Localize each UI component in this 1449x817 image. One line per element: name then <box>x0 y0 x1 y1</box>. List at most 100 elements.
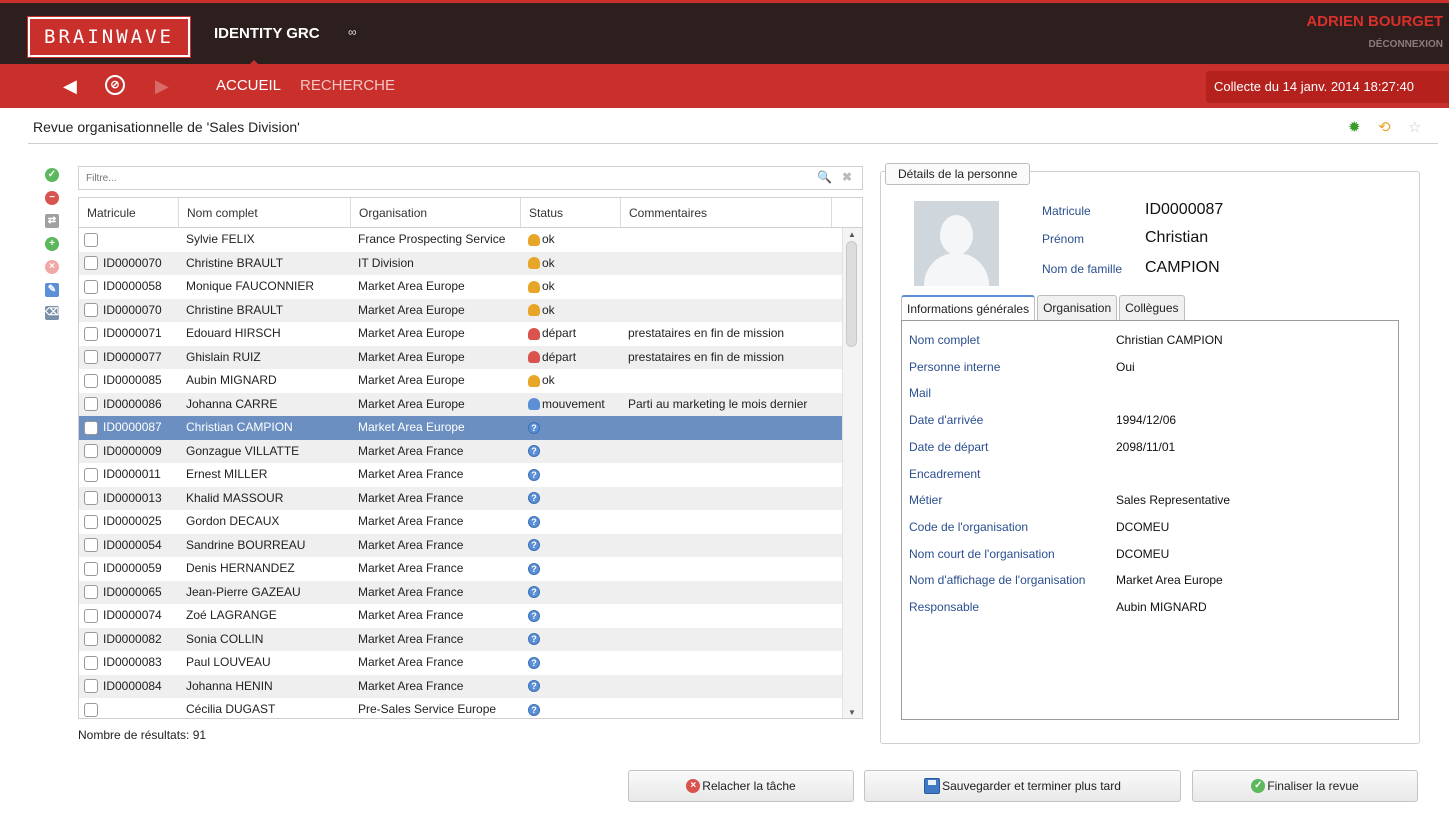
release-task-button[interactable]: × Relacher la tâche <box>628 770 854 802</box>
matricule-text: ID0000065 <box>103 584 162 599</box>
table-row[interactable]: ID0000074 Zoé LAGRANGE Market Area France? <box>79 604 842 628</box>
row-checkbox[interactable] <box>84 397 98 412</box>
row-checkbox[interactable] <box>84 326 98 341</box>
favorite-star-icon[interactable]: ☆ <box>1408 118 1421 136</box>
table-scrollbar[interactable]: ▲ ▼ <box>842 228 862 718</box>
table-row[interactable]: ID0000084 Johanna HENIN Market Area France… <box>79 674 842 698</box>
detail-field-value: Christian CAMPION <box>1116 333 1223 347</box>
row-checkbox[interactable] <box>84 608 98 623</box>
table-row[interactable]: ID0000070 Christine BRAULT Market Area Eur… <box>79 298 842 323</box>
back-arrow-icon[interactable]: ◀ <box>63 76 77 97</box>
save-later-button[interactable]: Sauvegarder et terminer plus tard <box>864 770 1181 802</box>
detail-field-label: Nom complet <box>909 333 980 347</box>
row-checkbox[interactable] <box>84 679 98 694</box>
edit-comment-icon[interactable]: ✎ <box>45 283 59 297</box>
detail-field-value: Aubin MIGNARD <box>1116 600 1207 614</box>
column-header-organisation[interactable]: Organisation <box>351 198 521 227</box>
add-icon[interactable]: + <box>45 237 59 251</box>
clear-filter-icon[interactable]: ✖ <box>842 170 852 184</box>
row-checkbox[interactable] <box>84 514 98 529</box>
row-checkbox[interactable] <box>84 303 98 318</box>
row-checkbox[interactable] <box>84 444 98 459</box>
table-row[interactable]: ID0000013 Khalid MASSOUR Market Area Franc… <box>79 486 842 510</box>
table-row[interactable]: ID0000071 Edouard HIRSCH Market Area Europ… <box>79 322 842 346</box>
logout-link[interactable]: DÉCONNEXION <box>1369 39 1443 50</box>
search-icon[interactable]: 🔍 <box>817 170 832 184</box>
row-checkbox[interactable] <box>84 491 98 506</box>
organisation-cell: Pre-Sales Service Europe <box>358 702 497 716</box>
organisation-cell: Market Area Europe <box>358 373 465 387</box>
row-checkbox[interactable] <box>84 702 98 717</box>
table-row[interactable]: ID0000087 Christian CAMPION Market Area Eu… <box>79 416 842 440</box>
matricule-cell: ID0000087 <box>79 416 179 440</box>
details-tabs: Informations générales Organisation Coll… <box>901 295 1187 321</box>
tab-organisation[interactable]: Organisation <box>1037 295 1118 321</box>
row-checkbox[interactable] <box>84 350 98 365</box>
check-icon: ✓ <box>1251 779 1266 793</box>
row-checkbox[interactable] <box>84 561 98 576</box>
row-checkbox[interactable] <box>84 256 98 271</box>
comment-cell <box>621 628 832 652</box>
table-row[interactable]: ID0000085 Aubin MIGNARD Market Area Europe… <box>79 369 842 393</box>
column-header-matricule[interactable]: Matricule <box>79 198 179 227</box>
scroll-thumb[interactable] <box>846 241 857 347</box>
brainwave-logo[interactable]: BRAINWAVE <box>28 17 190 57</box>
row-checkbox[interactable] <box>84 373 98 388</box>
eraser-icon[interactable]: ⌫ <box>45 306 59 320</box>
transfer-icon[interactable]: ⇄ <box>45 214 59 228</box>
column-header-comments[interactable]: Commentaires <box>621 198 832 227</box>
row-checkbox[interactable] <box>84 655 98 670</box>
comment-cell <box>621 463 832 487</box>
nav-home-link[interactable]: ACCUEIL <box>216 77 281 94</box>
table-row[interactable]: ID0000070 Christine BRAULT IT Division ok <box>79 251 842 275</box>
forward-arrow-icon[interactable]: ▶ <box>155 76 169 97</box>
avatar-body-shape <box>924 253 989 286</box>
detail-field-label: Date d'arrivée <box>909 413 984 428</box>
table-row[interactable]: ID0000082 Sonia COLLIN Market Area France? <box>79 627 842 652</box>
settings-gear-icon[interactable]: ✹ <box>1348 118 1361 136</box>
tab-general-info[interactable]: Informations générales <box>901 295 1036 321</box>
detail-field-label: Personne interne <box>909 359 1001 374</box>
organisation-cell: Market Area France <box>358 467 464 481</box>
row-checkbox[interactable] <box>84 585 98 600</box>
table-row[interactable]: Cécilia DUGAST Pre-Sales Service Europe? <box>79 698 842 718</box>
name-cell: Sylvie FELIX <box>186 232 255 246</box>
comment-cell <box>621 299 832 323</box>
table-row[interactable]: Sylvie FELIX France Prospecting Service ok <box>79 228 842 252</box>
nav-search-link[interactable]: RECHERCHE <box>300 77 395 94</box>
comment-cell <box>621 581 832 605</box>
table-row[interactable]: ID0000058 Monique FAUCONNIER Market Area E… <box>79 275 842 299</box>
table-row[interactable]: ID0000009 Gonzague VILLATTE Market Area Fr… <box>79 439 842 463</box>
comment-cell <box>621 651 832 675</box>
remove-icon[interactable]: − <box>45 191 59 205</box>
row-checkbox[interactable] <box>84 232 98 247</box>
table-row[interactable]: ID0000011 Ernest MILLER Market Area France… <box>79 463 842 487</box>
table-row[interactable]: ID0000083 Paul LOUVEAU Market Area France? <box>79 651 842 675</box>
status-cell: ? <box>521 604 621 628</box>
row-checkbox[interactable] <box>84 467 98 482</box>
table-row[interactable]: ID0000086 Johanna CARRE Market Area Europe… <box>79 392 842 416</box>
table-row[interactable]: ID0000077 Ghislain RUIZ Market Area Europe… <box>79 345 842 369</box>
column-header-status[interactable]: Status <box>521 198 621 227</box>
tab-colleagues[interactable]: Collègues <box>1119 295 1185 321</box>
filter-input[interactable] <box>79 167 809 189</box>
finalize-review-button[interactable]: ✓ Finaliser la revue <box>1192 770 1418 802</box>
scroll-down-icon[interactable]: ▼ <box>848 708 856 717</box>
table-row[interactable]: ID0000025 Gordon DECAUX Market Area France… <box>79 510 842 534</box>
table-row[interactable]: ID0000059 Denis HERNANDEZ Market Area Fran… <box>79 557 842 581</box>
delete-icon[interactable]: × <box>45 260 59 274</box>
column-header-name[interactable]: Nom complet <box>179 198 351 227</box>
user-name[interactable]: ADRIEN BOURGET <box>1306 13 1443 30</box>
row-checkbox[interactable] <box>84 420 98 435</box>
approve-icon[interactable]: ✓ <box>45 168 59 182</box>
compass-icon[interactable]: ⊘ <box>105 75 125 95</box>
comment-cell <box>621 557 832 581</box>
matricule-text: ID0000086 <box>103 396 162 411</box>
table-row[interactable]: ID0000065 Jean-Pierre GAZEAU Market Area F… <box>79 580 842 605</box>
row-checkbox[interactable] <box>84 538 98 553</box>
table-row[interactable]: ID0000054 Sandrine BOURREAU Market Area Fr… <box>79 533 842 557</box>
row-checkbox[interactable] <box>84 279 98 294</box>
row-checkbox[interactable] <box>84 632 98 647</box>
refresh-icon[interactable]: ⟲ <box>1378 118 1391 136</box>
scroll-up-icon[interactable]: ▲ <box>848 230 856 239</box>
